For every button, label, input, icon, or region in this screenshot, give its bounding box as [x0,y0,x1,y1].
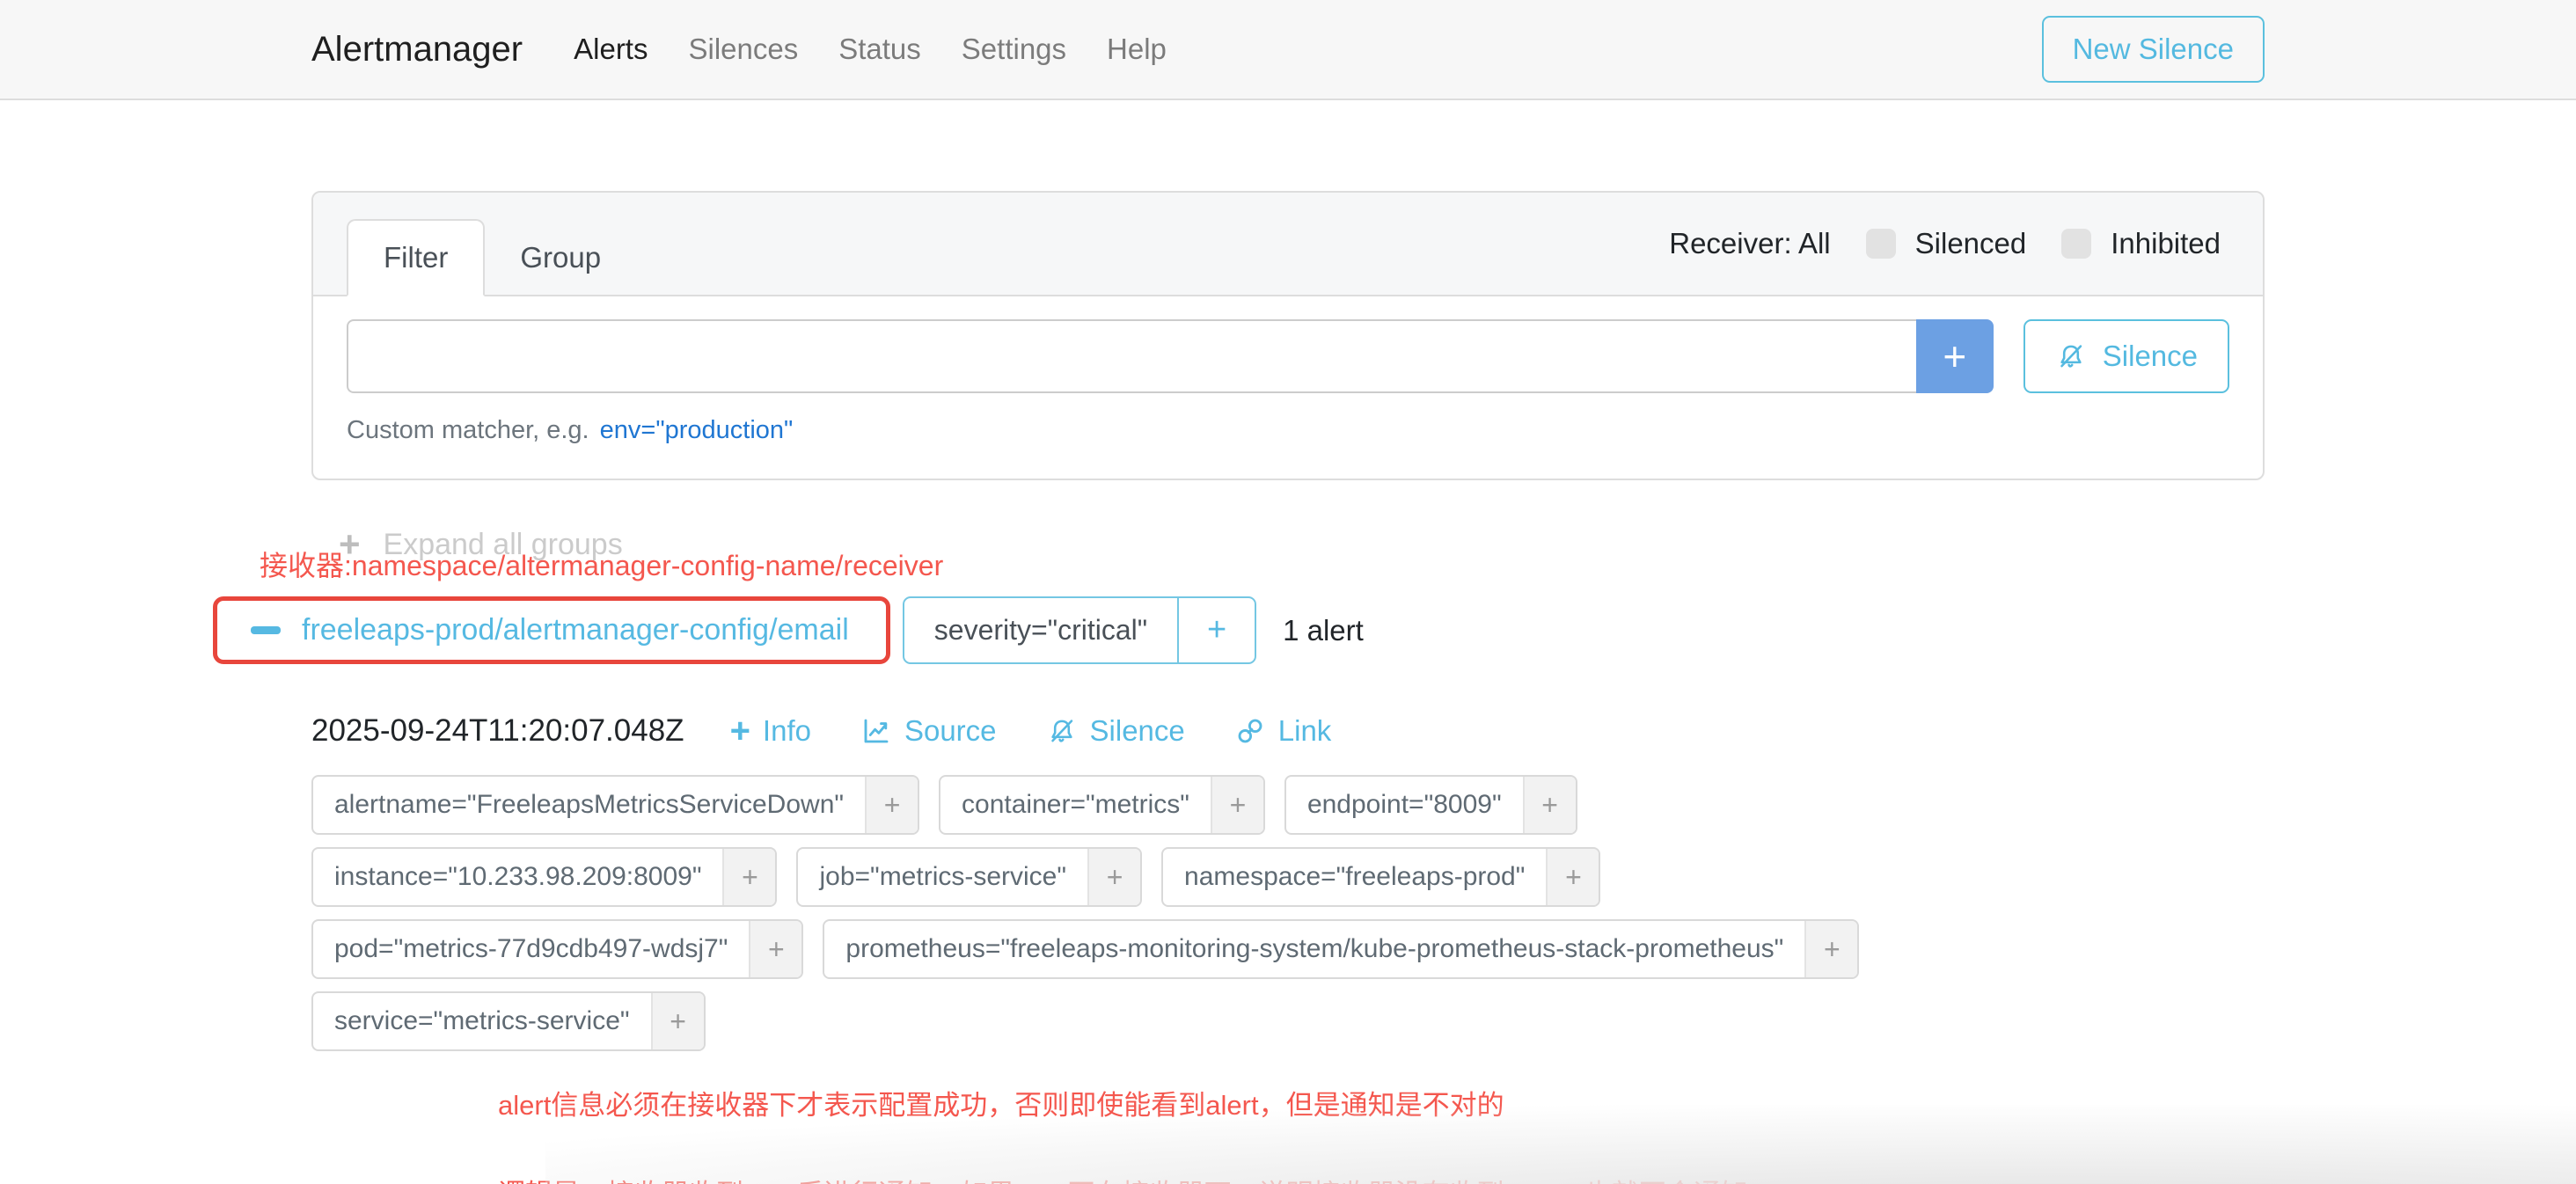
label-add-button[interactable]: + [1211,777,1263,833]
alert-link-button[interactable]: Link [1234,714,1332,748]
alert-count: 1 alert [1283,614,1364,647]
alert-timestamp: 2025-09-24T11:20:07.048Z [311,713,684,749]
alert-source-link[interactable]: Source [860,714,997,748]
label-add-button[interactable]: + [651,993,704,1049]
top-navbar: Alertmanager Alerts Silences Status Sett… [0,0,2576,100]
matcher-hint: Custom matcher, e.g. env="production" [347,416,2229,445]
silenced-checkbox-label: Silenced [1915,227,2027,260]
label-add-button[interactable]: + [1546,849,1599,905]
label-chip-instance: instance="10.233.98.209:8009" + [311,847,777,907]
group-matcher-label: severity="critical" [904,598,1177,662]
filter-card-header: Filter Group Receiver: All Silenced Inhi… [313,193,2263,296]
matcher-example-link[interactable]: env="production" [600,416,794,444]
label-text: alertname="FreeleapsMetricsServiceDown" [313,777,865,833]
annotation-logic-note: 逻辑是：接收器收到alert后进行通知，如果alert不在接收器下，说明接收器没… [498,1173,2265,1184]
collapse-minus-icon [251,626,281,634]
nav-item-alerts[interactable]: Alerts [574,33,648,66]
label-chip-endpoint: endpoint="8009" + [1284,775,1577,835]
label-add-button[interactable]: + [1804,921,1857,977]
bell-slash-icon [2055,340,2087,372]
annotation-receiver-note: 接收器:namespace/altermanager-config-name/r… [260,544,2265,584]
label-chip-pod: pod="metrics-77d9cdb497-wdsj7" + [311,919,803,979]
link-icon [1234,715,1266,747]
alert-labels: alertname="FreeleapsMetricsServiceDown" … [311,775,1987,1051]
label-chip-container: container="metrics" + [939,775,1265,835]
nav-links: Alerts Silences Status Settings Help [574,33,1167,66]
new-silence-button[interactable]: New Silence [2042,16,2265,83]
label-chip-job: job="metrics-service" + [796,847,1142,907]
label-add-button[interactable]: + [1087,849,1140,905]
nav-item-silences[interactable]: Silences [688,33,798,66]
label-text: endpoint="8009" [1286,777,1523,833]
receiver-selector[interactable]: Receiver: All [1669,227,1830,260]
matcher-input[interactable] [347,319,1916,393]
alert-item: 2025-09-24T11:20:07.048Z + Info Source [311,713,2265,1184]
label-chip-service: service="metrics-service" + [311,991,706,1051]
group-matcher-add-button[interactable]: + [1177,598,1255,662]
annotation-logic-line1: 逻辑是：接收器收到alert后进行通知，如果alert不在接收器下，说明接收器没… [498,1173,2265,1184]
alert-info-button[interactable]: + Info [730,713,811,749]
alert-silence-button[interactable]: Silence [1046,714,1185,748]
group-matcher-chip: severity="critical" + [903,596,1256,664]
nav-item-status[interactable]: Status [838,33,921,66]
label-text: namespace="freeleaps-prod" [1163,849,1546,905]
app-brand[interactable]: Alertmanager [311,30,523,69]
silenced-checkbox[interactable] [1866,229,1896,259]
alert-source-label: Source [904,714,997,748]
matcher-hint-text: Custom matcher, e.g. [347,416,589,444]
inhibited-checkbox-label: Inhibited [2111,227,2221,260]
label-text: instance="10.233.98.209:8009" [313,849,722,905]
label-text: service="metrics-service" [313,993,651,1049]
label-text: prometheus="freeleaps-monitoring-system/… [824,921,1804,977]
label-chip-namespace: namespace="freeleaps-prod" + [1161,847,1600,907]
label-text: pod="metrics-77d9cdb497-wdsj7" [313,921,749,977]
label-chip-prometheus: prometheus="freeleaps-monitoring-system/… [823,919,1859,979]
label-add-button[interactable]: + [1523,777,1576,833]
add-matcher-button[interactable]: + [1916,319,1994,393]
label-add-button[interactable]: + [865,777,918,833]
tab-group[interactable]: Group [485,219,636,296]
tab-filter[interactable]: Filter [347,219,485,296]
nav-item-help[interactable]: Help [1107,33,1167,66]
bell-slash-icon [1046,715,1078,747]
label-chip-alertname: alertname="FreeleapsMetricsServiceDown" … [311,775,919,835]
silence-button-label: Silence [2103,340,2198,373]
nav-item-settings[interactable]: Settings [962,33,1066,66]
alert-info-label: Info [763,714,811,748]
receiver-group-highlight-box[interactable]: freeleaps-prod/alertmanager-config/email [213,596,890,664]
label-text: container="metrics" [940,777,1211,833]
alert-link-label: Link [1278,714,1332,748]
receiver-group-link[interactable]: freeleaps-prod/alertmanager-config/email [302,613,849,647]
filter-card: Filter Group Receiver: All Silenced Inhi… [311,191,2265,480]
label-add-button[interactable]: + [749,921,801,977]
annotation-alert-note: alert信息必须在接收器下才表示配置成功，否则即使能看到alert，但是通知是… [498,1083,2265,1122]
label-add-button[interactable]: + [722,849,775,905]
inhibited-checkbox[interactable] [2061,229,2091,259]
chart-icon [860,715,892,747]
filter-tabs: Filter Group [347,219,636,295]
silence-from-filter-button[interactable]: Silence [2023,319,2229,393]
label-text: job="metrics-service" [798,849,1087,905]
plus-icon: + [730,713,750,749]
alert-silence-label: Silence [1090,714,1185,748]
